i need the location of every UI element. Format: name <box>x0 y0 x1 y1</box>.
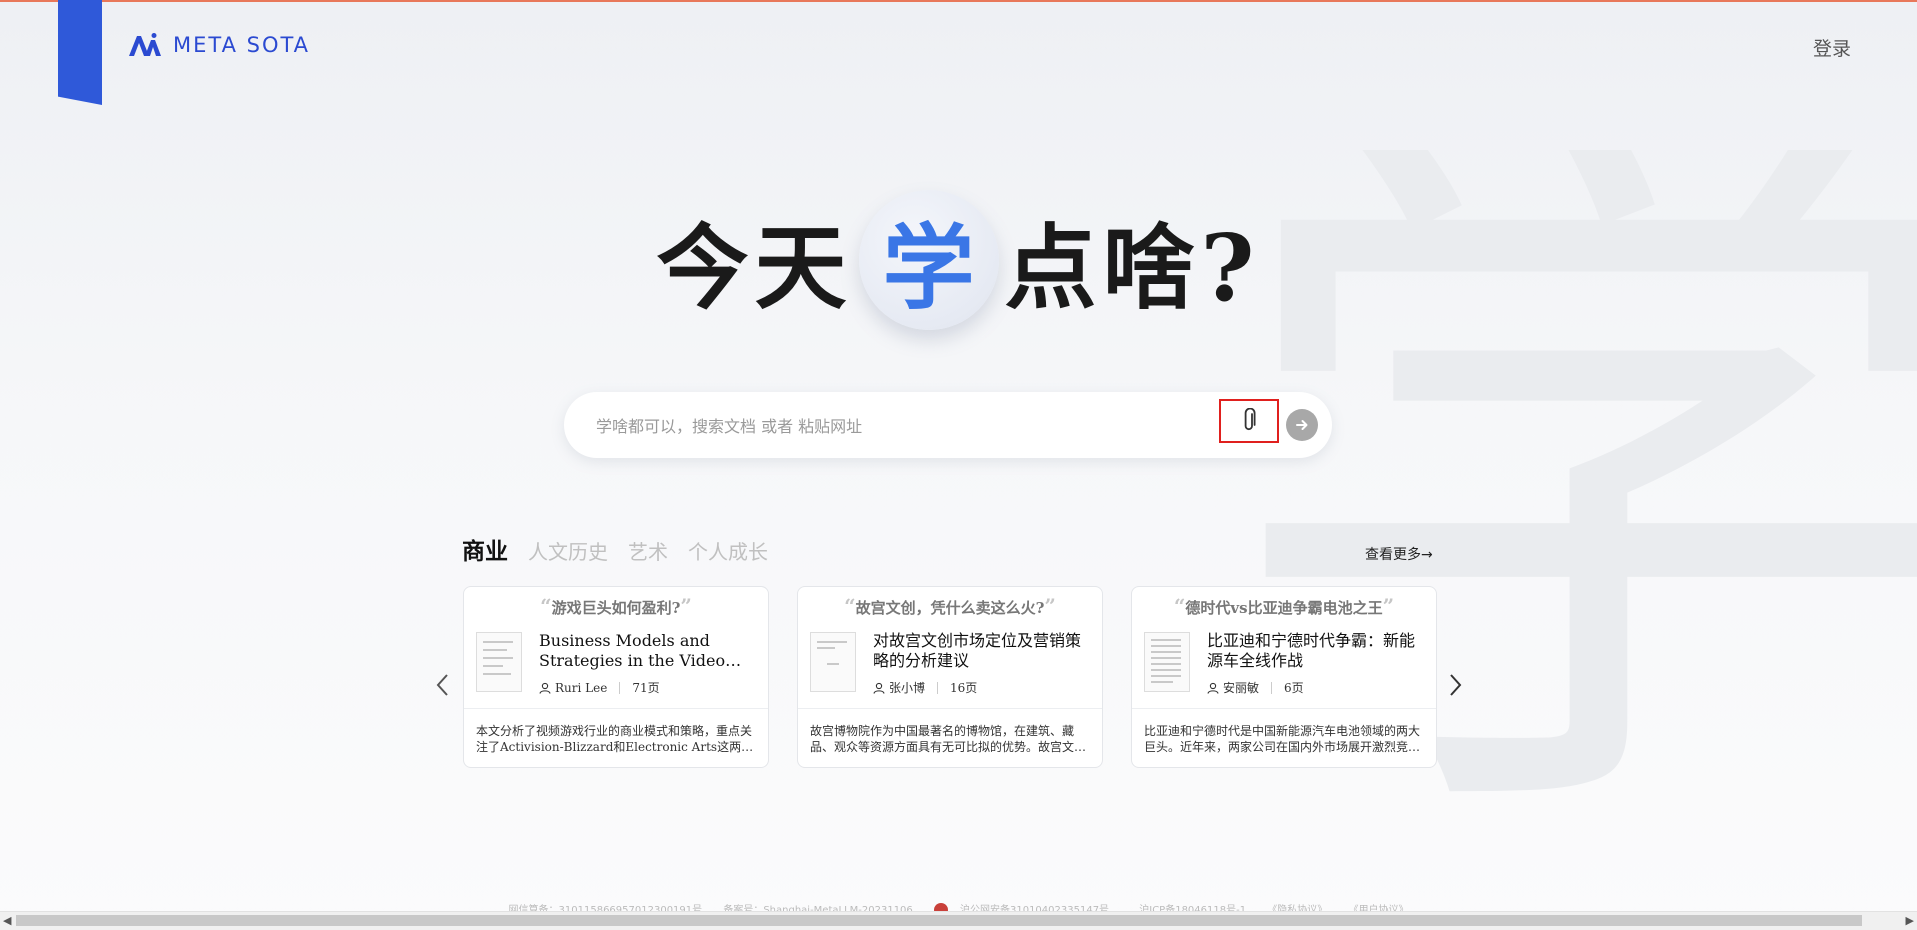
carousel-next-button[interactable] <box>1444 670 1466 700</box>
category-tabs: 商业 人文历史 艺术 个人成长 <box>462 532 768 566</box>
login-link[interactable]: 登录 <box>1813 34 1851 61</box>
attach-file-button[interactable] <box>1219 399 1279 443</box>
document-thumbnail <box>810 632 856 692</box>
tab-personal-growth[interactable]: 个人成长 <box>688 536 768 565</box>
scroll-right-icon[interactable]: ▶ <box>1906 914 1914 927</box>
search-input[interactable] <box>594 410 1158 442</box>
user-icon <box>1207 682 1219 694</box>
card-meta: 安丽敏 6页 <box>1207 679 1304 696</box>
tab-humanities-history[interactable]: 人文历史 <box>528 536 608 565</box>
tab-business[interactable]: 商业 <box>462 532 508 566</box>
document-card[interactable]: “故宫文创，凭什么卖这么火?” 对故宫文创市场定位及营销策略的分析建议 张小博 … <box>797 586 1103 768</box>
logo-text: META SOTA <box>173 33 311 57</box>
card-pages: 6页 <box>1284 681 1304 695</box>
top-accent-line <box>0 0 1917 2</box>
card-author: 张小博 <box>889 681 926 695</box>
card-title: 比亚迪和宁德时代争霸：新能源车全线作战 <box>1207 631 1416 670</box>
card-author: Ruri Lee <box>555 680 608 695</box>
tab-art[interactable]: 艺术 <box>628 536 668 565</box>
carousel-prev-button[interactable] <box>432 670 454 700</box>
site-logo[interactable]: META SOTA <box>127 32 310 58</box>
card-title: Business Models and Strategies in the Vi… <box>539 631 742 670</box>
scrollbar-thumb[interactable] <box>16 915 1862 926</box>
search-bar <box>564 392 1332 458</box>
card-title: 对故宫文创市场定位及营销策略的分析建议 <box>873 631 1082 670</box>
card-question: “故宫文创，凭什么卖这么火?” <box>844 594 1056 618</box>
card-meta: Ruri Lee 71页 <box>539 679 660 696</box>
card-description: 比亚迪和宁德时代是中国新能源汽车电池领域的两大巨头。近年来，两家公司在国内外市场… <box>1144 724 1421 754</box>
card-description: 故宫博物院作为中国最著名的博物馆，在建筑、藏品、观众等资源方面具有无可比拟的优势… <box>810 724 1087 754</box>
user-icon <box>539 682 551 694</box>
card-pages: 16页 <box>950 681 978 695</box>
horizontal-scrollbar[interactable]: ◀ ▶ <box>0 911 1917 930</box>
document-card[interactable]: “游戏巨头如何盈利?” Business Models and Strategi… <box>463 586 769 768</box>
card-question: “德时代vs比亚迪争霸电池之王” <box>1173 594 1395 618</box>
card-pages: 71页 <box>632 681 660 695</box>
search-submit-button[interactable] <box>1286 409 1318 441</box>
headline-suffix: 点啥? <box>1004 213 1261 322</box>
view-more-link[interactable]: 查看更多→ <box>1365 544 1433 564</box>
card-question-text: 故宫文创，凭什么卖这么火? <box>855 599 1045 617</box>
card-question-text: 德时代vs比亚迪争霸电池之王 <box>1185 599 1383 617</box>
document-card[interactable]: “德时代vs比亚迪争霸电池之王” 比亚迪和宁德时代争霸：新能源车全线作战 安丽敏… <box>1131 586 1437 768</box>
arrow-right-icon <box>1296 420 1308 430</box>
card-question-text: 游戏巨头如何盈利? <box>551 599 681 617</box>
card-question: “游戏巨头如何盈利?” <box>540 594 692 618</box>
document-thumbnail <box>476 632 522 692</box>
paperclip-icon <box>1244 408 1256 431</box>
brand-ribbon <box>58 0 102 105</box>
card-description: 本文分析了视频游戏行业的商业模式和策略，重点关注了Activision-Bliz… <box>476 724 754 754</box>
headline-prefix: 今天 <box>656 213 853 322</box>
document-thumbnail <box>1144 632 1190 692</box>
user-icon <box>873 682 885 694</box>
meta-sota-logo-icon <box>129 33 161 56</box>
scroll-left-icon[interactable]: ◀ <box>3 914 11 927</box>
hero-headline: 今天 学 点啥? <box>0 190 1917 350</box>
headline-highlight: 学 <box>858 190 999 330</box>
card-meta: 张小博 16页 <box>873 679 977 696</box>
card-author: 安丽敏 <box>1223 681 1260 695</box>
